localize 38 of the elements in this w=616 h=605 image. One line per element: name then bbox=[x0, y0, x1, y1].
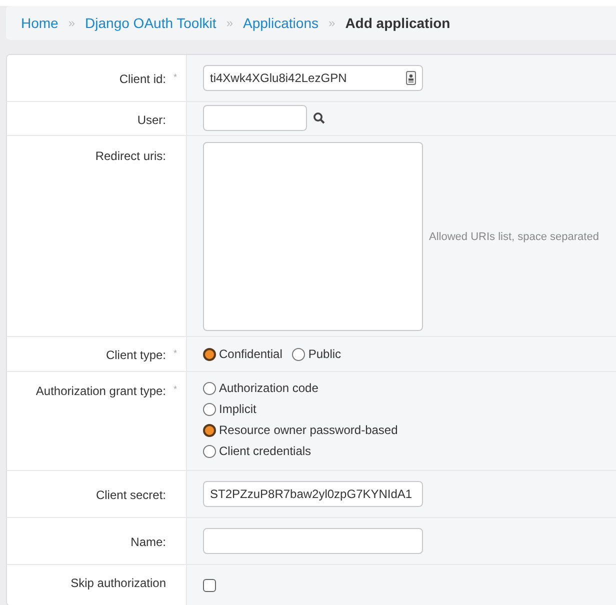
radio-button[interactable] bbox=[203, 424, 216, 436]
field-label: Name: bbox=[130, 535, 166, 549]
radio-button[interactable] bbox=[203, 348, 216, 360]
checkbox[interactable] bbox=[203, 579, 216, 592]
radio-button[interactable] bbox=[292, 348, 306, 360]
breadcrumb-link[interactable]: Applications bbox=[243, 15, 318, 31]
radio-label[interactable]: Confidential bbox=[219, 347, 282, 361]
field-label: Client type: bbox=[106, 348, 166, 362]
contact-card-icon[interactable] bbox=[406, 71, 416, 85]
required-marker: * bbox=[173, 348, 177, 358]
field-label: Skip authorization bbox=[70, 576, 166, 590]
radio-button[interactable] bbox=[203, 444, 216, 458]
radio-label[interactable]: Authorization code bbox=[219, 381, 318, 395]
breadcrumb-separator: » bbox=[68, 16, 76, 30]
radio-button[interactable] bbox=[203, 402, 216, 416]
breadcrumb-separator: » bbox=[226, 16, 233, 30]
field-label: User: bbox=[137, 113, 166, 127]
radio-label[interactable]: Implicit bbox=[219, 402, 256, 416]
radio-label[interactable]: Public bbox=[308, 347, 342, 361]
breadcrumb-link[interactable]: Django OAuth Toolkit bbox=[85, 15, 216, 31]
text-field[interactable]: ti4Xwk4XGlu8i42LezGPN bbox=[203, 65, 423, 91]
field-label: Client secret: bbox=[96, 488, 166, 502]
breadcrumb-link[interactable]: Home bbox=[21, 15, 58, 31]
radio-label[interactable]: Resource owner password-based bbox=[219, 423, 398, 437]
text-field[interactable] bbox=[203, 528, 423, 554]
required-marker: * bbox=[173, 384, 177, 394]
radio-button[interactable] bbox=[203, 382, 216, 394]
field-label: Authorization grant type: bbox=[36, 384, 166, 398]
breadcrumb-current: Add application bbox=[345, 15, 450, 31]
radio-label[interactable]: Client credentials bbox=[219, 444, 312, 458]
text-field[interactable] bbox=[203, 105, 307, 131]
field-label: Client id: bbox=[119, 72, 166, 86]
help-text: Allowed URIs list, space separated bbox=[429, 230, 599, 242]
required-marker: * bbox=[173, 72, 177, 82]
field-label: Redirect uris: bbox=[95, 149, 166, 163]
search-icon[interactable] bbox=[313, 112, 325, 124]
text-field[interactable]: ST2PZzuP8R7baw2yl0zpG7KYNIdA1 bbox=[203, 481, 423, 507]
breadcrumb-separator: » bbox=[328, 16, 336, 30]
